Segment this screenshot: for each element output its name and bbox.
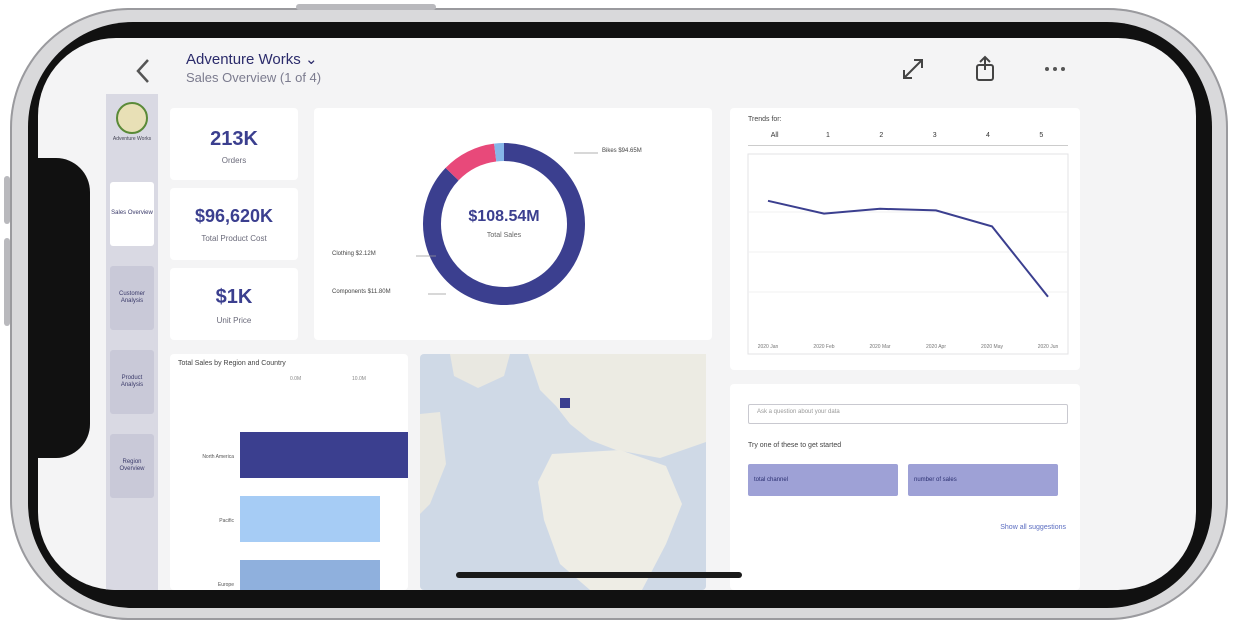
africa-land [538,450,682,590]
qa-input[interactable]: Ask a question about your data [748,404,1068,424]
legend-label-components: Components $11.80M [332,289,391,295]
nav-item-sales-overview[interactable]: Sales Overview [110,182,154,246]
bar-category-label: Europe [218,582,234,588]
report-title[interactable]: Adventure Works ⌄ [186,50,318,68]
map-highlight-marker[interactable] [560,398,570,408]
qa-card[interactable]: Ask a question about your data Try one o… [730,384,1080,590]
expand-icon[interactable] [898,54,928,84]
more-icon[interactable] [1040,54,1070,84]
kpi-label: Orders [221,156,247,165]
nav-item-label: Sales Overview [111,210,153,217]
x-tick-label: 2020 May [981,344,1003,350]
x-tick-label: 2020 Jan [758,344,779,350]
donut-center-label: Total Sales [486,232,522,239]
x-tick-label: 2020 Feb [813,344,834,350]
nav-item-region-overview[interactable]: Region Overview [110,434,154,498]
x-tick-label: 2020 Jun [1038,344,1059,350]
world-map [420,354,706,590]
screen: Adventure Works ⌄ Sales Overview (1 of 4… [38,38,1196,590]
chevron-down-icon: ⌄ [304,51,318,68]
trends-card[interactable]: Trends for: All 1 2 3 4 5 2020 Jan 2020 F… [730,108,1080,370]
nav-item-label: Customer Analysis [118,290,145,304]
kpi-card-product-cost[interactable]: $96,620K Total Product Cost [170,188,298,260]
kpi-value: $96,620K [194,206,274,226]
bar-europe[interactable] [240,560,380,590]
donut-card[interactable]: $108.54M Total Sales Bikes $94.65M Cloth… [314,108,712,340]
phone-notch [30,158,90,458]
x-tick-label: 2020 Mar [869,344,890,350]
kpi-label: Total Product Cost [201,234,267,243]
nav-item-label: Region Overview [119,458,145,472]
bar-category-label: North America [202,454,234,460]
company-logo-text: Adventure Works [112,136,152,142]
x-tick-label: 2020 Apr [926,344,946,350]
suggestion-button-2[interactable]: number of sales [908,464,1058,496]
bar-chart-card[interactable]: Total Sales by Region and Country 0.0M 1… [170,354,408,590]
americas-land [420,412,446,514]
nav-item-product-analysis[interactable]: Product Analysis [110,350,154,414]
kpi-card-unit-price[interactable]: $1K Unit Price [170,268,298,340]
europe-land [528,354,706,458]
show-all-suggestions-link[interactable]: Show all suggestions [1000,524,1066,531]
map-card[interactable] [420,354,706,590]
page-subtitle: Sales Overview (1 of 4) [186,70,322,85]
kpi-value: 213K [210,128,258,150]
greenland-land [450,354,510,388]
legend-label-bikes: Bikes $94.65M [602,148,642,154]
donut-slice-clothing[interactable] [494,143,505,162]
bar-chart: North America Pacific Europe [202,432,408,590]
home-indicator[interactable] [456,572,742,578]
legend-label-clothing: Clothing $2.12M [332,251,376,257]
phone-side-button-top [296,4,436,10]
report-title-text: Adventure Works [186,51,301,68]
line-chart: 2020 Jan 2020 Feb 2020 Mar 2020 Apr 2020 May… [747,153,1069,355]
kpi-label: Unit Price [216,316,252,325]
chevron-left-icon[interactable] [130,56,156,86]
suggestion-button-1[interactable]: total channel [748,464,898,496]
company-logo [116,102,148,134]
nav-item-label: Product Analysis [120,374,144,388]
bar-category-label: Pacific [219,518,234,524]
bar-north-america[interactable] [240,432,408,478]
kpi-value: $1K [215,286,253,308]
donut-slice-components[interactable] [445,143,497,181]
phone-side-button-left-2 [4,238,10,326]
donut-center-value: $108.54M [468,208,540,225]
bar-pacific[interactable] [240,496,380,542]
nav-item-customer-analysis[interactable]: Customer Analysis [110,266,154,330]
line-chart-plot-area [747,153,1069,355]
kpi-card-orders[interactable]: 213K Orders [170,108,298,180]
share-icon[interactable] [970,54,1000,84]
page-nav: Adventure Works Sales Overview Customer … [106,94,158,590]
trend-series-line[interactable] [767,199,1049,298]
phone-side-button-left-1 [4,176,10,224]
qa-placeholder: Ask a question about your data [757,409,840,415]
qa-prompt: Try one of these to get started [748,442,842,449]
